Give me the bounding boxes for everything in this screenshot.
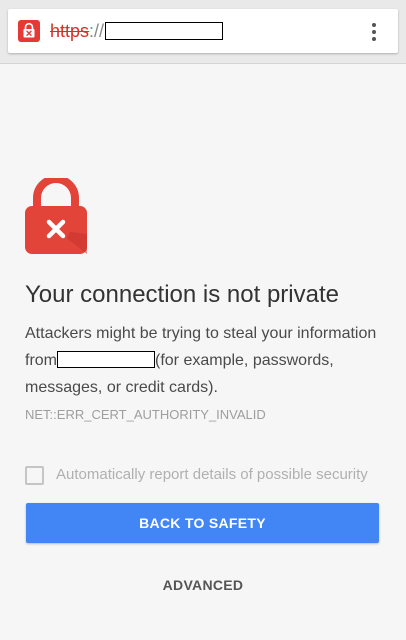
- browser-toolbar: https://: [0, 0, 406, 64]
- menu-dot: [372, 23, 376, 27]
- warning-message: Attackers might be trying to steal your …: [25, 320, 385, 401]
- report-checkbox-row[interactable]: Automatically report details of possible…: [25, 462, 400, 488]
- more-vert-icon[interactable]: [364, 21, 384, 43]
- menu-dot: [372, 30, 376, 34]
- address-bar[interactable]: https://: [8, 9, 398, 53]
- url-text[interactable]: https://: [50, 19, 224, 43]
- url-scheme: https: [50, 21, 90, 41]
- redacted-site-name: [57, 350, 155, 368]
- error-code: NET::ERR_CERT_AUTHORITY_INVALID: [25, 407, 266, 422]
- url-separator: ://: [89, 21, 105, 41]
- report-checkbox-label[interactable]: Automatically report details of possible…: [56, 464, 368, 486]
- page-title: Your connection is not private: [25, 281, 339, 308]
- menu-dot: [372, 37, 376, 41]
- back-to-safety-button[interactable]: BACK TO SAFETY: [26, 503, 379, 543]
- lock-error-icon[interactable]: [18, 20, 40, 42]
- report-checkbox[interactable]: [25, 466, 44, 485]
- redacted-host: [105, 21, 224, 40]
- advanced-button[interactable]: ADVANCED: [103, 570, 303, 600]
- lock-error-icon: [25, 178, 87, 254]
